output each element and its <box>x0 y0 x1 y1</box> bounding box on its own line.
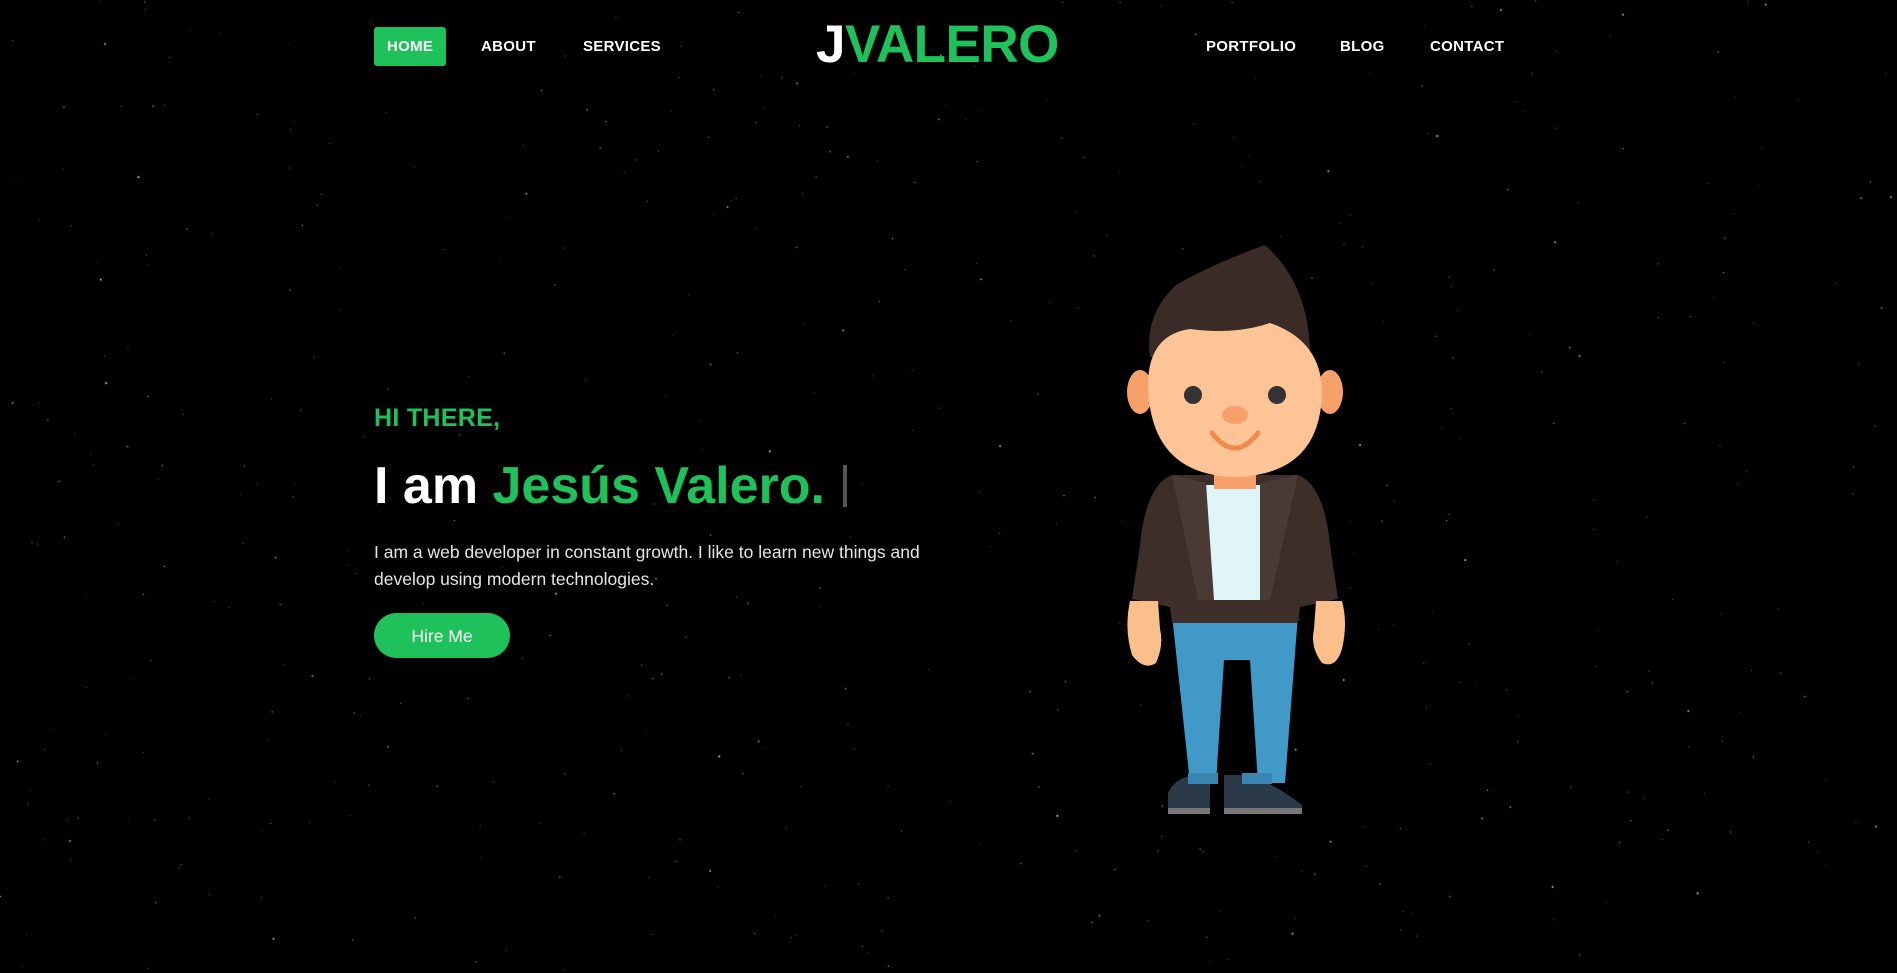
hero-greeting: HI THERE, <box>374 404 501 432</box>
top-navigation: HOME ABOUT SERVICES JVALERO PORTFOLIO BL… <box>0 0 1897 92</box>
hire-me-button[interactable]: Hire Me <box>374 613 510 658</box>
headline-prefix: I am <box>374 457 493 515</box>
logo-surname: VALERO <box>844 15 1059 74</box>
hero-description: I am a web developer in constant growth.… <box>374 542 920 589</box>
site-logo[interactable]: JVALERO <box>816 14 1059 76</box>
hero-section: HI THERE, I am Jesús Valero. I am a web … <box>374 404 974 658</box>
avatar-illustration <box>1127 245 1345 814</box>
typing-cursor <box>842 465 847 507</box>
logo-initial: J <box>816 15 845 74</box>
nav-services[interactable]: SERVICES <box>570 27 674 66</box>
nav-home[interactable]: HOME <box>374 27 447 66</box>
nav-about[interactable]: ABOUT <box>468 27 549 66</box>
hero-headline: I am Jesús Valero. <box>374 455 974 517</box>
nav-blog[interactable]: BLOG <box>1327 27 1398 66</box>
nav-contact[interactable]: CONTACT <box>1417 27 1517 66</box>
nav-portfolio[interactable]: PORTFOLIO <box>1193 27 1309 66</box>
headline-name: Jesús Valero. <box>492 457 825 515</box>
